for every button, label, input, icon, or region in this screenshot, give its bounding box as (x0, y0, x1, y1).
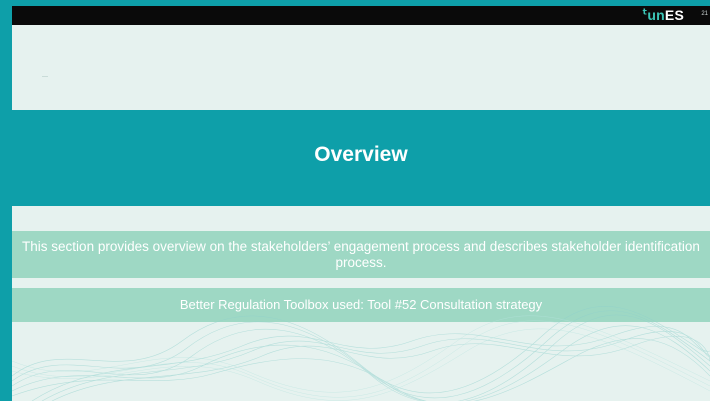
slide: ᵗ unES 21 Overview This section provides… (12, 6, 710, 401)
top-bar: ᵗ unES 21 (12, 6, 710, 25)
description-text: This section provides overview on the st… (22, 238, 700, 270)
logo-text-part1: un (647, 7, 665, 23)
decorative-dash (42, 76, 48, 77)
description-box: This section provides overview on the st… (12, 231, 710, 278)
tunes-logo: ᵗ unES (642, 7, 684, 24)
slide-title: Overview (314, 143, 408, 166)
logo-text: unES (647, 7, 684, 24)
title-banner: Overview (12, 110, 710, 206)
decorative-waves-image (12, 306, 710, 401)
logo-text-part2: ES (664, 7, 684, 23)
page-number: 21 (701, 11, 708, 17)
